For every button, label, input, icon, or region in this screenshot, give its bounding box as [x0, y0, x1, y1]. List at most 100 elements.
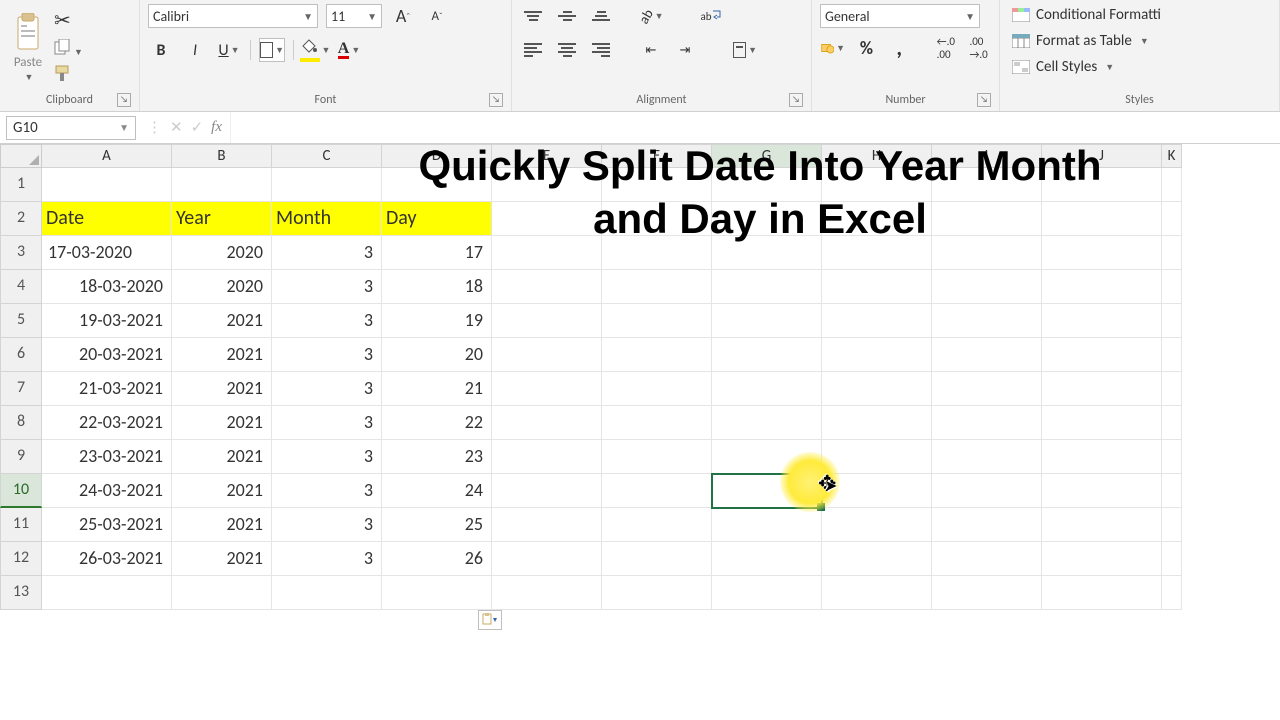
cell-F13[interactable]	[602, 576, 712, 610]
cell-I1[interactable]	[932, 168, 1042, 202]
cell-K5[interactable]	[1162, 304, 1182, 338]
cell-G5[interactable]	[712, 304, 822, 338]
cell-G6[interactable]	[712, 338, 822, 372]
cell-G10[interactable]	[712, 474, 822, 508]
cell-D5[interactable]: 19	[382, 304, 492, 338]
cell-H11[interactable]	[822, 508, 932, 542]
cell-E3[interactable]	[492, 236, 602, 270]
decrease-indent-button[interactable]: ⇤	[638, 38, 664, 62]
cell-I6[interactable]	[932, 338, 1042, 372]
cell-C11[interactable]: 3	[272, 508, 382, 542]
cell-A6[interactable]: 20-03-2021	[42, 338, 172, 372]
row-header[interactable]: 1	[0, 168, 42, 202]
cell-I11[interactable]	[932, 508, 1042, 542]
col-header-I[interactable]: I	[932, 144, 1042, 168]
cell-E6[interactable]	[492, 338, 602, 372]
increase-indent-button[interactable]: ⇥	[672, 38, 698, 62]
bold-button[interactable]: B	[148, 38, 174, 62]
cell-B5[interactable]: 2021	[172, 304, 272, 338]
cell-D12[interactable]: 26	[382, 542, 492, 576]
cell-F11[interactable]	[602, 508, 712, 542]
cell-E5[interactable]	[492, 304, 602, 338]
cell-J10[interactable]	[1042, 474, 1162, 508]
cell-K11[interactable]	[1162, 508, 1182, 542]
cell-C6[interactable]: 3	[272, 338, 382, 372]
cell-K2[interactable]	[1162, 202, 1182, 236]
cell-styles-button[interactable]: Cell Styles▼	[1008, 56, 1118, 78]
cell-A5[interactable]: 19-03-2021	[42, 304, 172, 338]
row-header[interactable]: 12	[0, 542, 42, 576]
percent-button[interactable]: %	[854, 36, 879, 60]
cell-F4[interactable]	[602, 270, 712, 304]
cell-H8[interactable]	[822, 406, 932, 440]
cell-A2[interactable]: Date	[42, 202, 172, 236]
row-header[interactable]: 9	[0, 440, 42, 474]
cell-C5[interactable]: 3	[272, 304, 382, 338]
cell-G1[interactable]	[712, 168, 822, 202]
row-header[interactable]: 10	[0, 474, 42, 508]
cancel-formula-button[interactable]: ✕	[170, 118, 183, 137]
fill-color-button[interactable]: ▼	[302, 38, 328, 62]
cell-F9[interactable]	[602, 440, 712, 474]
cell-J4[interactable]	[1042, 270, 1162, 304]
cell-F2[interactable]	[602, 202, 712, 236]
cell-E4[interactable]	[492, 270, 602, 304]
cell-C3[interactable]: 3	[272, 236, 382, 270]
col-header-C[interactable]: C	[272, 144, 382, 168]
select-all-corner[interactable]	[0, 144, 42, 168]
increase-font-button[interactable]: Aˆ	[390, 4, 416, 28]
cell-E2[interactable]	[492, 202, 602, 236]
row-header[interactable]: 5	[0, 304, 42, 338]
conditional-formatting-button[interactable]: Conditional Formatti	[1008, 4, 1165, 26]
cell-D10[interactable]: 24	[382, 474, 492, 508]
cell-I4[interactable]	[932, 270, 1042, 304]
cell-G2[interactable]	[712, 202, 822, 236]
decrease-decimal-button[interactable]: .00→.0	[966, 36, 991, 60]
cell-I12[interactable]	[932, 542, 1042, 576]
cell-B12[interactable]: 2021	[172, 542, 272, 576]
wrap-text-button[interactable]: ab	[698, 4, 724, 28]
cell-J1[interactable]	[1042, 168, 1162, 202]
cell-A3[interactable]: 17-03-2020	[42, 236, 172, 270]
cell-B13[interactable]	[172, 576, 272, 610]
cell-J3[interactable]	[1042, 236, 1162, 270]
cell-B6[interactable]: 2021	[172, 338, 272, 372]
cell-E8[interactable]	[492, 406, 602, 440]
cell-I10[interactable]	[932, 474, 1042, 508]
col-header-F[interactable]: F	[602, 144, 712, 168]
font-color-button[interactable]: A▼	[336, 38, 362, 62]
row-header[interactable]: 2	[0, 202, 42, 236]
cell-D13[interactable]	[382, 576, 492, 610]
cell-H2[interactable]	[822, 202, 932, 236]
cell-I9[interactable]	[932, 440, 1042, 474]
cell-E9[interactable]	[492, 440, 602, 474]
cell-D8[interactable]: 22	[382, 406, 492, 440]
cell-H7[interactable]	[822, 372, 932, 406]
cell-B10[interactable]: 2021	[172, 474, 272, 508]
fx-button[interactable]: fx	[211, 119, 222, 136]
formula-input[interactable]	[230, 112, 1280, 143]
cell-F1[interactable]	[602, 168, 712, 202]
cell-G4[interactable]	[712, 270, 822, 304]
cell-G3[interactable]	[712, 236, 822, 270]
cell-I13[interactable]	[932, 576, 1042, 610]
cell-K8[interactable]	[1162, 406, 1182, 440]
cell-D7[interactable]: 21	[382, 372, 492, 406]
cell-C8[interactable]: 3	[272, 406, 382, 440]
cell-D2[interactable]: Day	[382, 202, 492, 236]
cell-D3[interactable]: 17	[382, 236, 492, 270]
cell-J11[interactable]	[1042, 508, 1162, 542]
cell-H4[interactable]	[822, 270, 932, 304]
align-left-button[interactable]	[520, 38, 546, 62]
cell-C1[interactable]	[272, 168, 382, 202]
cell-F12[interactable]	[602, 542, 712, 576]
cell-D4[interactable]: 18	[382, 270, 492, 304]
cell-J6[interactable]	[1042, 338, 1162, 372]
cell-A9[interactable]: 23-03-2021	[42, 440, 172, 474]
cell-J5[interactable]	[1042, 304, 1162, 338]
copy-button[interactable]: ▼	[54, 39, 83, 59]
cut-button[interactable]: ✂	[54, 8, 71, 33]
cell-J2[interactable]	[1042, 202, 1162, 236]
align-middle-button[interactable]	[554, 4, 580, 28]
cell-H1[interactable]	[822, 168, 932, 202]
